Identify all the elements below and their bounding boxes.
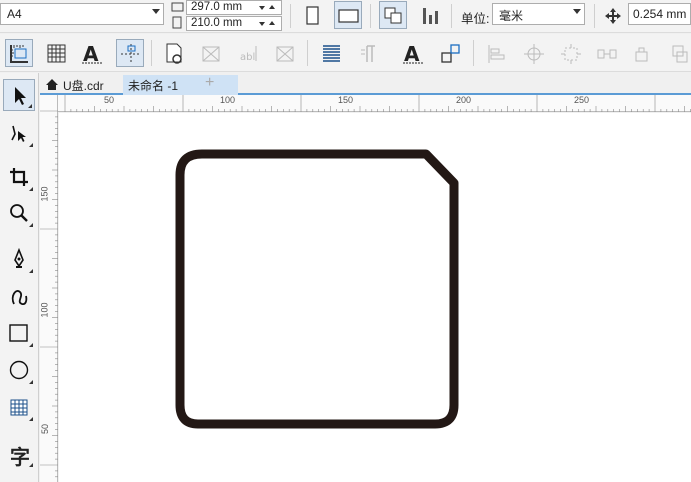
ruler-label: 50 (104, 95, 115, 105)
ruler-label: 100 (39, 302, 50, 318)
text-tool[interactable]: 字 (3, 437, 35, 469)
spin-up-icon[interactable] (269, 5, 275, 9)
import-image-button[interactable] (197, 39, 225, 67)
standard-toolbar: A abl A (0, 34, 691, 72)
coreldraw-window: A4 297.0 mm 210.0 mm 单位: 毫米 0.254 mm A a… (0, 0, 691, 482)
separator (290, 4, 291, 28)
flyout-corner-icon (29, 417, 33, 421)
nudge-distance-value: 0.254 mm (633, 7, 687, 21)
svg-text:A: A (404, 42, 420, 66)
separator (151, 40, 152, 66)
horizontal-ruler[interactable]: 50 100 150 200 250 (58, 95, 691, 112)
flyout-corner-icon (29, 269, 33, 273)
svg-text:A: A (83, 42, 99, 66)
shape-tool[interactable] (3, 117, 35, 149)
text-tool-glyph: 字 (10, 445, 30, 469)
units-select[interactable]: 毫米 (492, 3, 585, 25)
flyout-corner-icon (29, 223, 33, 227)
chevron-down-icon (152, 9, 160, 14)
document-tabs: U盘.cdr 未命名 -1 + (40, 73, 691, 95)
nudge-icon (604, 7, 622, 28)
tab-label: 未命名 -1 (128, 79, 179, 93)
portrait-button[interactable] (298, 1, 326, 29)
tab-u-disk-cdr[interactable]: U盘.cdr (40, 75, 122, 95)
home-icon (45, 78, 59, 94)
ellipse-tool[interactable] (3, 354, 35, 386)
zoom-tool[interactable] (3, 197, 35, 229)
svg-text:abl: abl (240, 52, 255, 63)
ruler-label: 150 (39, 186, 50, 202)
ruler-label: 50 (40, 423, 51, 435)
text-button[interactable]: A (78, 39, 106, 67)
graph-paper-tool[interactable] (3, 391, 35, 423)
crop-tool[interactable] (3, 161, 35, 193)
paragraph-button[interactable] (355, 39, 383, 67)
page-height-icon (171, 16, 184, 32)
guidelines-button[interactable] (116, 39, 144, 67)
flyout-corner-icon (29, 343, 33, 347)
spin-down-icon[interactable] (259, 6, 265, 10)
spin-down-icon[interactable] (259, 22, 265, 26)
page-size-value: A4 (7, 7, 22, 21)
vertical-ruler[interactable]: 150 100 50 (40, 95, 58, 482)
tab-label: U盘.cdr (63, 79, 104, 93)
current-page-button[interactable] (416, 1, 444, 29)
frame-button[interactable] (271, 39, 299, 67)
group-button[interactable] (592, 39, 620, 67)
align-text-button[interactable] (317, 39, 345, 67)
property-bar: A4 297.0 mm 210.0 mm 单位: 毫米 0.254 mm (0, 0, 691, 33)
horizontal-ruler-ticks (64, 95, 691, 112)
units-label: 单位: (461, 12, 490, 26)
separator (451, 4, 452, 28)
separator (594, 4, 595, 28)
separator (307, 40, 308, 66)
pick-tool[interactable] (3, 79, 35, 111)
align-left-button[interactable] (482, 39, 510, 67)
flyout-corner-icon (29, 463, 33, 467)
toolbox: 字 (0, 73, 39, 482)
ruler-label: 250 (574, 95, 590, 105)
ruler-label: 150 (338, 95, 354, 105)
nudge-distance-field[interactable]: 0.254 mm (628, 3, 691, 25)
separator (473, 40, 474, 66)
text-properties-button[interactable]: A (399, 39, 427, 67)
ruler-label: 200 (456, 95, 472, 105)
pen-tool[interactable] (3, 243, 35, 275)
artistic-media-tool[interactable] (3, 281, 35, 313)
plus-icon: + (205, 74, 215, 91)
document-options-button[interactable] (160, 39, 188, 67)
usb-body-shape[interactable] (175, 149, 459, 429)
rulers-button[interactable] (5, 39, 33, 67)
page-width-icon (171, 1, 184, 16)
text-frame-button[interactable]: abl (234, 39, 262, 67)
ruler-label: 100 (220, 95, 236, 105)
chevron-down-icon (573, 9, 581, 14)
landscape-button[interactable] (334, 1, 362, 29)
flyout-corner-icon (29, 380, 33, 384)
flyout-corner-icon (29, 143, 33, 147)
drawing-area (175, 149, 459, 429)
page-height-field[interactable]: 210.0 mm (186, 16, 282, 31)
page-width-field[interactable]: 297.0 mm (186, 0, 282, 15)
flyout-corner-icon (29, 187, 33, 191)
lock-button[interactable] (629, 39, 657, 67)
page-size-select[interactable]: A4 (0, 3, 164, 25)
rectangle-tool[interactable] (3, 317, 35, 349)
grid-button[interactable] (42, 39, 70, 67)
separator (370, 4, 371, 28)
object-properties-button[interactable] (436, 39, 464, 67)
add-tab-button[interactable]: + (201, 74, 221, 95)
flyout-corner-icon (28, 104, 32, 108)
all-pages-button[interactable] (379, 1, 407, 29)
drawing-canvas[interactable] (59, 113, 691, 482)
align-center-button[interactable] (519, 39, 547, 67)
units-value: 毫米 (499, 9, 524, 23)
page-height-value: 210.0 mm (191, 17, 243, 29)
spin-up-icon[interactable] (269, 21, 275, 25)
order-button[interactable] (666, 39, 691, 67)
page-width-value: 297.0 mm (191, 1, 243, 13)
distribute-button[interactable] (556, 39, 584, 67)
